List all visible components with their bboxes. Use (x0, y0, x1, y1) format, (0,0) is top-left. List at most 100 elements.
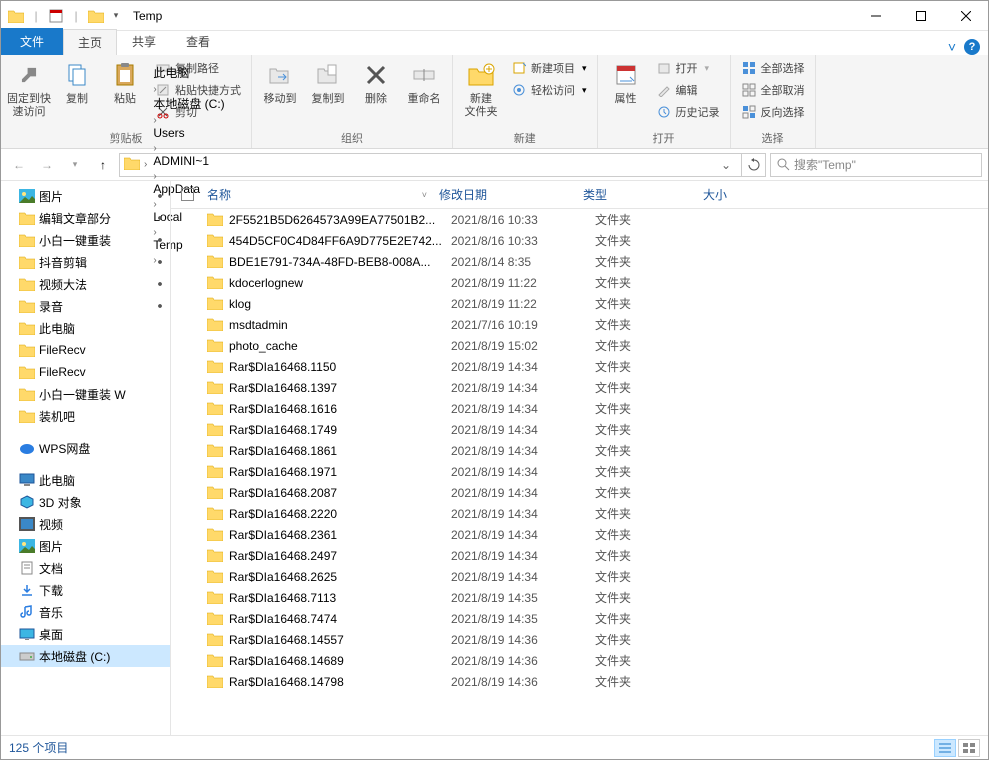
invert-selection-button[interactable]: 反向选择 (737, 101, 809, 123)
chevron-right-icon[interactable]: › (151, 115, 158, 126)
tab-share[interactable]: 共享 (117, 28, 171, 55)
up-button[interactable]: ↑ (91, 153, 115, 177)
tab-file[interactable]: 文件 (1, 28, 63, 55)
file-row[interactable]: Rar$DIa16468.18612021/8/19 14:34文件夹 (171, 440, 988, 461)
minimize-button[interactable] (853, 2, 898, 30)
select-all-button[interactable]: 全部选择 (737, 57, 809, 79)
sidebar-item[interactable]: 图片 (1, 185, 170, 207)
history-button[interactable]: 历史记录 (652, 101, 724, 123)
forward-button[interactable]: → (35, 153, 59, 177)
sidebar-item[interactable]: 3D 对象 (1, 491, 170, 513)
sidebar-item[interactable]: 视频大法 (1, 273, 170, 295)
rename-button[interactable]: 重命名 (402, 57, 446, 106)
file-row[interactable]: Rar$DIa16468.146892021/8/19 14:36文件夹 (171, 650, 988, 671)
file-row[interactable]: Rar$DIa16468.19712021/8/19 14:34文件夹 (171, 461, 988, 482)
file-row[interactable]: Rar$DIa16468.11502021/8/19 14:34文件夹 (171, 356, 988, 377)
file-list[interactable]: 2F5521B5D6264573A99EA77501B2...2021/8/16… (171, 209, 988, 735)
easy-access-button[interactable]: 轻松访问▾ (507, 79, 591, 101)
rename-icon (408, 59, 440, 91)
file-row[interactable]: photo_cache2021/8/19 15:02文件夹 (171, 335, 988, 356)
sidebar-item[interactable]: 小白一键重装 (1, 229, 170, 251)
sidebar-item[interactable]: 装机吧 (1, 405, 170, 427)
sidebar-item[interactable]: 抖音剪辑 (1, 251, 170, 273)
sidebar-item[interactable]: WPS网盘 (1, 437, 170, 459)
file-row[interactable]: Rar$DIa16468.71132021/8/19 14:35文件夹 (171, 587, 988, 608)
edit-button[interactable]: 编辑 (652, 79, 724, 101)
breadcrumb-segment[interactable]: 此电脑 (151, 64, 226, 81)
breadcrumb-segment[interactable]: ADMINI~1 (151, 154, 226, 168)
sidebar-item[interactable]: 此电脑 (1, 469, 170, 491)
sidebar-item[interactable]: 图片 (1, 535, 170, 557)
sidebar-item[interactable]: 小白一键重装 W (1, 383, 170, 405)
file-row[interactable]: kdocerlognew2021/8/19 11:22文件夹 (171, 272, 988, 293)
column-date[interactable]: 修改日期 (439, 186, 583, 203)
sidebar-item[interactable]: 音乐 (1, 601, 170, 623)
delete-button[interactable]: 删除 (354, 57, 398, 106)
sidebar-item[interactable]: FileRecv (1, 361, 170, 383)
recent-dropdown[interactable]: ▾ (63, 153, 87, 177)
tab-home[interactable]: 主页 (63, 29, 117, 55)
file-row[interactable]: Rar$DIa16468.74742021/8/19 14:35文件夹 (171, 608, 988, 629)
file-row[interactable]: BDE1E791-734A-48FD-BEB8-008A...2021/8/14… (171, 251, 988, 272)
navigation-pane[interactable]: 图片编辑文章部分小白一键重装抖音剪辑视频大法录音此电脑FileRecvFileR… (1, 181, 171, 735)
paste-button[interactable]: 粘贴 (103, 57, 147, 106)
new-item-button[interactable]: 新建项目▾ (507, 57, 591, 79)
file-row[interactable]: klog2021/8/19 11:22文件夹 (171, 293, 988, 314)
breadcrumb-segment[interactable]: 本地磁盘 (C:) (151, 95, 226, 112)
sidebar-item[interactable]: 文档 (1, 557, 170, 579)
chevron-right-icon[interactable]: › (151, 143, 158, 154)
copy-to-button[interactable]: 复制到 (306, 57, 350, 106)
large-icons-view-button[interactable] (958, 739, 980, 757)
file-row[interactable]: Rar$DIa16468.145572021/8/19 14:36文件夹 (171, 629, 988, 650)
maximize-button[interactable] (898, 2, 943, 30)
search-input[interactable]: 搜索"Temp" (770, 153, 982, 177)
sidebar-item[interactable]: 录音 (1, 295, 170, 317)
properties-icon[interactable] (47, 7, 65, 25)
tab-view[interactable]: 查看 (171, 28, 225, 55)
breadcrumb-segment[interactable]: Users (151, 126, 226, 140)
file-row[interactable]: Rar$DIa16468.23612021/8/19 14:34文件夹 (171, 524, 988, 545)
sidebar-item[interactable]: 桌面 (1, 623, 170, 645)
column-name[interactable]: 名称˅ (207, 186, 439, 203)
open-button[interactable]: 打开▾ (652, 57, 724, 79)
move-to-button[interactable]: 移动到 (258, 57, 302, 106)
file-row[interactable]: Rar$DIa16468.16162021/8/19 14:34文件夹 (171, 398, 988, 419)
select-all-checkbox[interactable] (181, 188, 207, 201)
breadcrumb-dropdown[interactable]: ⌄ (715, 158, 737, 172)
sidebar-item[interactable]: FileRecv (1, 339, 170, 361)
file-row[interactable]: Rar$DIa16468.22202021/8/19 14:34文件夹 (171, 503, 988, 524)
column-type[interactable]: 类型 (583, 186, 703, 203)
chevron-right-icon[interactable]: › (151, 171, 158, 182)
file-row[interactable]: Rar$DIa16468.17492021/8/19 14:34文件夹 (171, 419, 988, 440)
refresh-button[interactable] (742, 153, 766, 177)
column-size[interactable]: 大小 (703, 186, 783, 203)
file-row[interactable]: Rar$DIa16468.26252021/8/19 14:34文件夹 (171, 566, 988, 587)
chevron-right-icon[interactable]: › (151, 84, 158, 95)
breadcrumb[interactable]: › 此电脑›本地磁盘 (C:)›Users›ADMINI~1›AppData›L… (119, 153, 742, 177)
select-none-button[interactable]: 全部取消 (737, 79, 809, 101)
close-button[interactable] (943, 2, 988, 30)
pin-to-quick-access-button[interactable]: 固定到快 速访问 (7, 57, 51, 119)
sidebar-item[interactable]: 编辑文章部分 (1, 207, 170, 229)
file-row[interactable]: 454D5CF0C4D84FF6A9D775E2E742...2021/8/16… (171, 230, 988, 251)
details-view-button[interactable] (934, 739, 956, 757)
new-folder-button[interactable]: 新建 文件夹 (459, 57, 503, 119)
sidebar-item[interactable]: 视频 (1, 513, 170, 535)
help-icon[interactable]: ? (964, 39, 980, 55)
collapse-ribbon-icon[interactable]: ˅ (948, 39, 956, 55)
file-row[interactable]: 2F5521B5D6264573A99EA77501B2...2021/8/16… (171, 209, 988, 230)
file-row[interactable]: msdtadmin2021/7/16 10:19文件夹 (171, 314, 988, 335)
folder-icon[interactable] (87, 7, 105, 25)
file-row[interactable]: Rar$DIa16468.147982021/8/19 14:36文件夹 (171, 671, 988, 692)
file-row[interactable]: Rar$DIa16468.20872021/8/19 14:34文件夹 (171, 482, 988, 503)
qat-dropdown-icon[interactable]: ▾ (107, 7, 125, 25)
chevron-right-icon[interactable]: › (142, 159, 149, 170)
file-row[interactable]: Rar$DIa16468.24972021/8/19 14:34文件夹 (171, 545, 988, 566)
copy-button[interactable]: 复制 (55, 57, 99, 106)
sidebar-item[interactable]: 本地磁盘 (C:) (1, 645, 170, 667)
sidebar-item[interactable]: 此电脑 (1, 317, 170, 339)
sidebar-item[interactable]: 下载 (1, 579, 170, 601)
file-row[interactable]: Rar$DIa16468.13972021/8/19 14:34文件夹 (171, 377, 988, 398)
properties-button[interactable]: 属性 (604, 57, 648, 106)
back-button[interactable]: ← (7, 153, 31, 177)
